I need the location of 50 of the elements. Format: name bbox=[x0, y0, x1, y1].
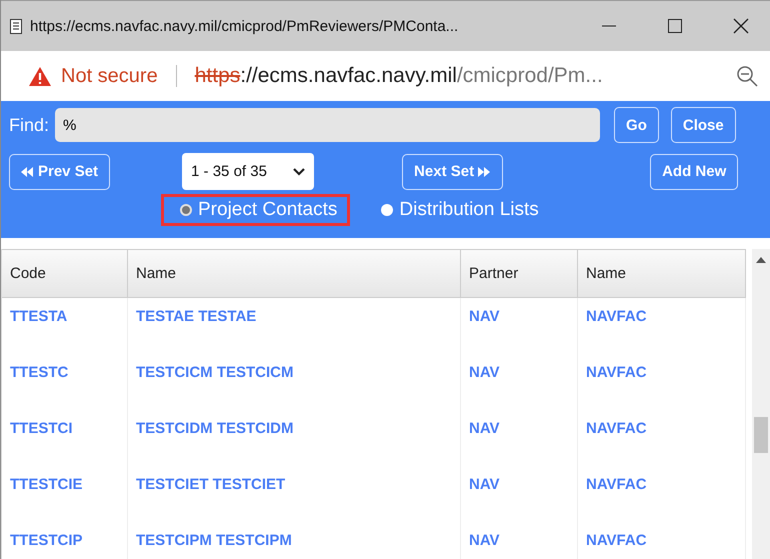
table-cell: TESTCIET TESTCIET bbox=[128, 466, 461, 522]
next-set-button[interactable]: Next Set bbox=[402, 154, 504, 190]
table-cell: NAVFAC bbox=[578, 522, 746, 559]
table-cell: NAVFAC bbox=[578, 410, 746, 466]
radio-button[interactable] bbox=[180, 204, 192, 216]
table-cell: NAV bbox=[461, 298, 578, 354]
table-cell: TTESTCIE bbox=[2, 466, 128, 522]
table-cell: NAVFAC bbox=[578, 354, 746, 410]
table-cell: NAV bbox=[461, 354, 578, 410]
scroll-thumb[interactable] bbox=[754, 417, 768, 453]
table-cell: NAV bbox=[461, 410, 578, 466]
zoom-out-icon[interactable] bbox=[736, 65, 758, 87]
prev-set-button[interactable]: Prev Set bbox=[9, 154, 110, 190]
scrollbar[interactable] bbox=[752, 249, 770, 559]
radio-option[interactable]: Project Contacts bbox=[164, 197, 348, 223]
chevron-down-icon bbox=[293, 168, 306, 176]
window-title: https://ecms.navfac.navy.mil/cmicprod/PmReviewers/PMConta... bbox=[30, 18, 460, 34]
warning-icon bbox=[29, 66, 51, 86]
table-cell: TTESTCI bbox=[2, 410, 128, 466]
column-header[interactable]: Code bbox=[2, 250, 128, 297]
find-field[interactable]: % bbox=[55, 108, 600, 142]
table-cell: TTESTA bbox=[2, 298, 128, 354]
url-text[interactable]: https://ecms.navfac.navy.mil/cmicprod/Pm... bbox=[194, 64, 726, 88]
page-select[interactable]: 1 - 35 of 35 bbox=[182, 153, 314, 190]
table-cell: TESTCICM TESTCICM bbox=[128, 354, 461, 410]
table-cell: TESTCIDM TESTCIDM bbox=[128, 410, 461, 466]
page-icon bbox=[10, 18, 22, 34]
column-header[interactable]: Partner bbox=[461, 250, 578, 297]
add-new-button[interactable]: Add New bbox=[650, 154, 738, 190]
scroll-up-icon[interactable] bbox=[756, 257, 766, 263]
close-button[interactable]: Close bbox=[670, 107, 736, 143]
table-cell: NAV bbox=[461, 522, 578, 559]
radio-option[interactable]: Distribution Lists bbox=[365, 197, 549, 223]
table-cell: TTESTC bbox=[2, 354, 128, 410]
go-button[interactable]: Go bbox=[614, 107, 659, 143]
table-cell: NAVFAC bbox=[578, 298, 746, 354]
table-cell: TESTCIPM TESTCIPM bbox=[128, 522, 461, 559]
close-icon[interactable] bbox=[733, 18, 749, 34]
double-left-arrow-icon bbox=[21, 166, 34, 176]
column-header[interactable]: Name bbox=[578, 250, 746, 297]
security-label: Not secure bbox=[61, 64, 158, 88]
double-right-arrow-icon bbox=[478, 166, 492, 176]
radio-button[interactable] bbox=[381, 204, 394, 216]
table-cell: TTESTCIP bbox=[2, 522, 128, 559]
maximize-icon[interactable] bbox=[667, 18, 683, 34]
table-cell: TESTAE TESTAE bbox=[128, 298, 461, 354]
find-label: Find: bbox=[9, 114, 50, 136]
table-cell: NAV bbox=[461, 466, 578, 522]
table-cell: NAVFAC bbox=[578, 466, 746, 522]
column-header[interactable]: Name bbox=[128, 250, 461, 297]
